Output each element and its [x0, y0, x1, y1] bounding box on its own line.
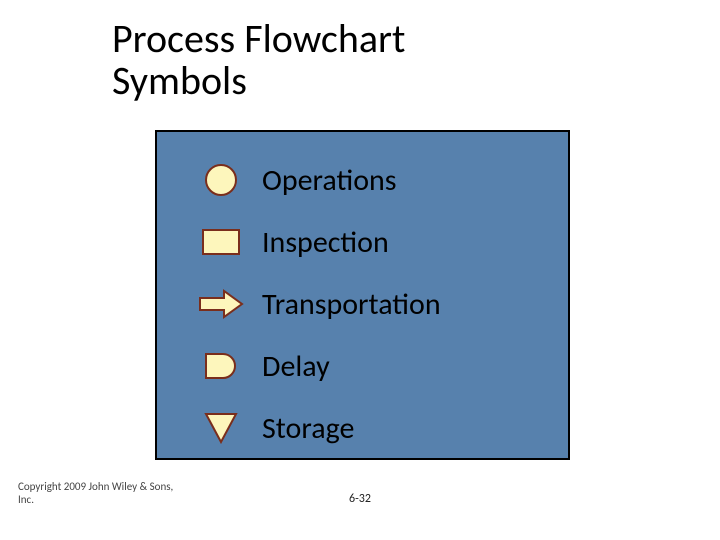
- label-transportation: Transportation: [262, 286, 441, 323]
- symbols-panel: Operations Inspection Transportation: [155, 130, 570, 460]
- row-delay: Delay: [157, 336, 568, 396]
- transportation-icon: [197, 289, 245, 319]
- slide-title: Process Flowchart Symbols: [112, 18, 405, 102]
- title-line-2: Symbols: [112, 56, 247, 105]
- row-inspection: Inspection: [157, 212, 568, 272]
- row-storage: Storage: [157, 398, 568, 458]
- label-inspection: Inspection: [262, 224, 389, 261]
- row-operations: Operations: [157, 150, 568, 210]
- label-delay: Delay: [262, 348, 330, 385]
- inspection-icon: [197, 228, 245, 256]
- label-operations: Operations: [262, 162, 397, 199]
- operations-icon: [197, 162, 245, 198]
- label-storage: Storage: [262, 410, 354, 447]
- row-transportation: Transportation: [157, 274, 568, 334]
- storage-icon: [197, 412, 245, 444]
- slide: Process Flowchart Symbols Operations Ins…: [0, 0, 720, 540]
- delay-icon: [197, 351, 245, 381]
- page-number: 6-32: [0, 492, 720, 506]
